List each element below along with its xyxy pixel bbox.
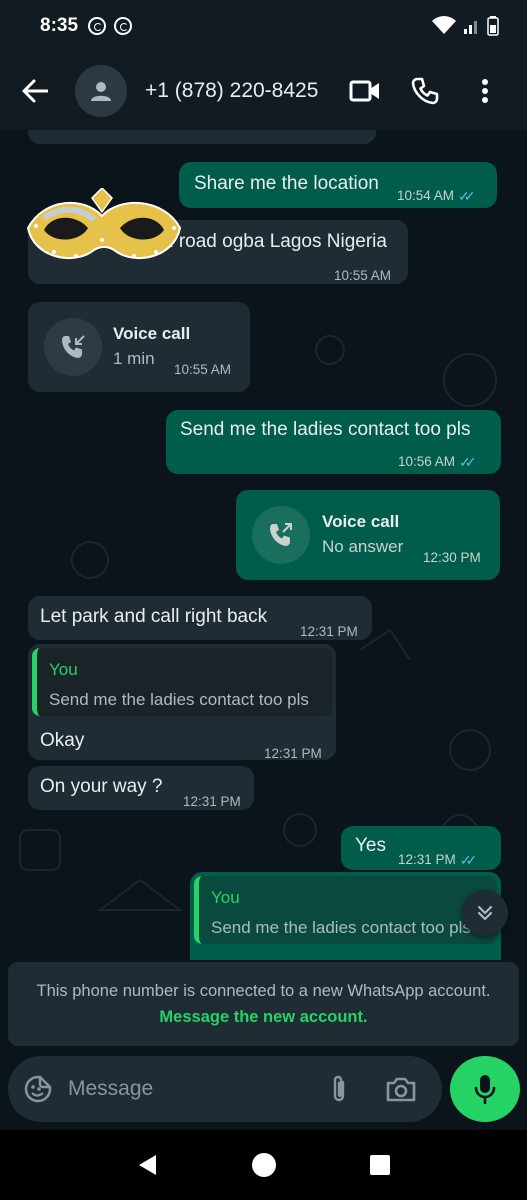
call-icon-circle	[252, 506, 310, 564]
message-time: 10:56 AM	[398, 454, 456, 469]
nav-back-icon[interactable]	[136, 1153, 160, 1177]
voice-call-button[interactable]	[395, 52, 455, 130]
quote-text: Send me the ladies contact too pls	[211, 918, 471, 937]
message-time: 12:30 PM	[423, 550, 481, 565]
status-time: 8:35	[40, 15, 79, 36]
message-meta: 12:31 PM	[264, 742, 322, 766]
reply-bubble-incoming[interactable]: You Send me the ladies contact too pls O…	[28, 644, 336, 761]
whatsapp-notification-icon	[88, 17, 107, 35]
message-text: Send me the ladies contact too pls	[180, 419, 471, 440]
nav-home-icon[interactable]	[251, 1152, 277, 1178]
read-ticks-icon: ✓✓	[459, 454, 477, 470]
call-status: No answer	[322, 537, 404, 556]
double-chevron-down-icon	[477, 905, 493, 921]
message-meta: 12:30 PM	[423, 546, 481, 570]
reply-bubble-outgoing[interactable]: You Send me the ladies contact too pls	[190, 872, 501, 960]
call-title: Voice call	[113, 324, 191, 343]
chat-header: +1 (878) 220-8425	[0, 52, 527, 130]
nav-recents-icon[interactable]	[369, 1154, 391, 1176]
message-text: Share me the location	[194, 173, 379, 194]
whatsapp-notification-icon	[114, 17, 133, 35]
scroll-to-bottom-button[interactable]	[462, 890, 508, 936]
person-icon	[91, 82, 111, 101]
back-button[interactable]	[0, 52, 70, 130]
message-meta: 12:31 PM	[300, 620, 358, 644]
missed-call-incoming-icon	[62, 335, 85, 358]
notice-text: This phone number is connected to a new …	[36, 982, 491, 1000]
video-call-icon	[349, 80, 379, 102]
quote-author: You	[211, 888, 240, 907]
message-bubble-incoming[interactable]: Let park and call right back 12:31 PM	[28, 596, 372, 640]
voice-call-bubble-outgoing[interactable]: Voice call No answer 12:30 PM	[236, 490, 500, 580]
camera-icon	[386, 1077, 416, 1102]
message-bubble-outgoing[interactable]: Send me the ladies contact too pls 10:56…	[166, 410, 501, 474]
message-bubble-incoming[interactable]: On your way ? 12:31 PM	[28, 766, 254, 810]
quote-author: You	[49, 660, 78, 679]
more-vert-icon	[482, 79, 488, 103]
call-duration: 1 min	[113, 349, 155, 368]
read-ticks-icon: ✓✓	[458, 188, 476, 204]
sticker-icon	[24, 1075, 52, 1103]
message-bubble-partial[interactable]	[28, 130, 376, 144]
status-bar: 8:35	[0, 0, 527, 52]
paperclip-icon	[333, 1075, 345, 1102]
message-meta: 10:54 AM ✓✓	[397, 184, 476, 208]
back-arrow-icon	[22, 79, 48, 103]
quoted-message[interactable]: You Send me the ladies contact too pls	[194, 876, 497, 944]
call-title: Voice call	[322, 512, 400, 531]
message-bubble-outgoing[interactable]: Yes 12:31 PM ✓✓	[341, 826, 501, 870]
message-time: 10:54 AM	[397, 188, 455, 203]
message-time: 10:55 AM	[334, 268, 392, 283]
masquerade-mask-sticker	[26, 188, 182, 259]
message-meta: 12:31 PM	[183, 790, 241, 814]
composer	[8, 1056, 442, 1122]
voice-message-button[interactable]	[450, 1056, 520, 1122]
message-bubble-outgoing[interactable]: Share me the location 10:54 AM ✓✓	[179, 162, 497, 208]
message-text: Yes	[355, 835, 386, 856]
message-meta: 10:55 AM	[334, 264, 391, 288]
message-time: 10:55 AM	[174, 362, 232, 377]
read-ticks-icon: ✓✓	[459, 852, 478, 868]
attach-button[interactable]	[308, 1056, 370, 1122]
quote-text: Send me the ladies contact too pls	[49, 690, 309, 709]
message-time: 12:31 PM	[264, 746, 322, 761]
chat-area[interactable]: Share me the location 10:54 AM ✓✓ n road…	[0, 130, 527, 960]
message-time: 12:31 PM	[183, 794, 241, 809]
message-text: Okay	[40, 730, 85, 751]
camera-button[interactable]	[370, 1056, 432, 1122]
new-account-notice: This phone number is connected to a new …	[8, 962, 519, 1046]
quoted-message[interactable]: You Send me the ladies contact too pls	[32, 648, 332, 716]
video-call-button[interactable]	[335, 52, 395, 130]
message-new-account-link[interactable]: Message the new account.	[159, 1008, 367, 1026]
message-time: 12:31 PM	[398, 852, 456, 867]
signal-icon	[464, 21, 477, 34]
more-options-button[interactable]	[455, 52, 515, 130]
status-icons	[431, 16, 499, 36]
message-text: n road ogba Lagos Nigeria	[163, 231, 387, 252]
voice-call-bubble-incoming[interactable]: Voice call 1 min 10:55 AM	[28, 302, 250, 392]
system-nav-bar	[0, 1130, 527, 1200]
message-text: On your way ?	[40, 776, 163, 797]
phone-icon	[411, 77, 439, 105]
outgoing-call-icon	[270, 523, 292, 546]
wifi-icon	[432, 16, 456, 34]
message-text: Let park and call right back	[40, 606, 268, 627]
message-meta: 10:55 AM	[174, 358, 231, 382]
contact-name[interactable]: +1 (878) 220-8425	[145, 79, 335, 103]
microphone-icon	[474, 1075, 496, 1104]
message-meta: 12:31 PM ✓✓	[398, 848, 478, 872]
message-input[interactable]	[68, 1077, 308, 1101]
call-icon-circle	[44, 318, 102, 376]
message-meta: 10:56 AM ✓✓	[398, 450, 477, 474]
sticker-button[interactable]	[8, 1056, 68, 1122]
battery-icon	[487, 16, 499, 36]
avatar[interactable]	[75, 65, 127, 117]
message-time: 12:31 PM	[300, 624, 358, 639]
